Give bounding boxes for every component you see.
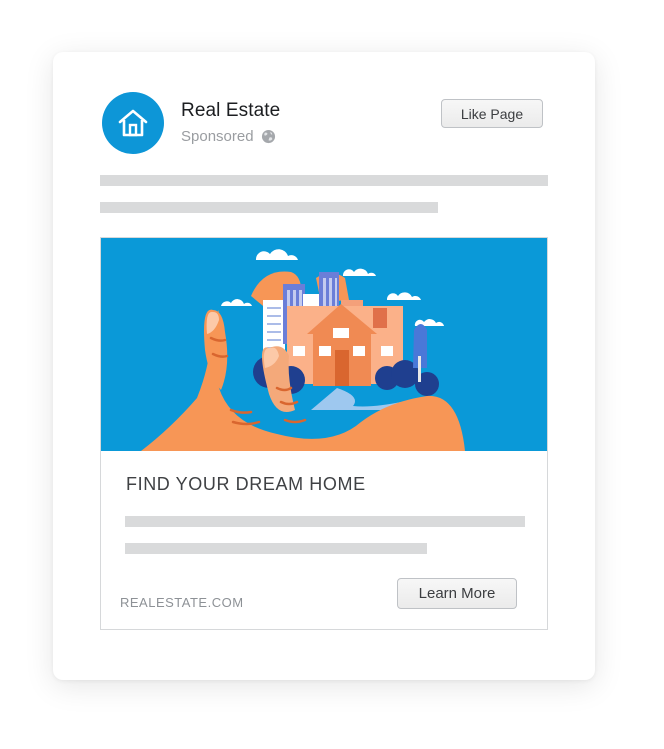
post-text-placeholder-line [100, 202, 438, 213]
house-icon [118, 109, 148, 137]
hand-holding-house-illustration [141, 249, 465, 451]
learn-more-button[interactable]: Learn More [397, 578, 517, 609]
ad-creative[interactable]: FIND YOUR DREAM HOME REALESTATE.COM Lear… [100, 237, 548, 630]
sponsored-post-card: Real Estate Sponsored Like Page FIND YOU… [53, 52, 595, 680]
globe-icon [261, 129, 276, 144]
page-name[interactable]: Real Estate [181, 100, 280, 122]
sponsored-row: Sponsored [181, 128, 276, 145]
ad-description-placeholder-line [125, 516, 525, 527]
page-avatar[interactable] [102, 92, 164, 154]
sponsored-label: Sponsored [181, 128, 254, 145]
ad-hero-image[interactable] [101, 238, 547, 451]
like-page-button[interactable]: Like Page [441, 99, 543, 128]
ad-headline[interactable]: FIND YOUR DREAM HOME [126, 474, 366, 495]
ad-description-placeholder-line [125, 543, 427, 554]
ad-domain: REALESTATE.COM [120, 595, 244, 610]
post-text-placeholder-line [100, 175, 548, 186]
